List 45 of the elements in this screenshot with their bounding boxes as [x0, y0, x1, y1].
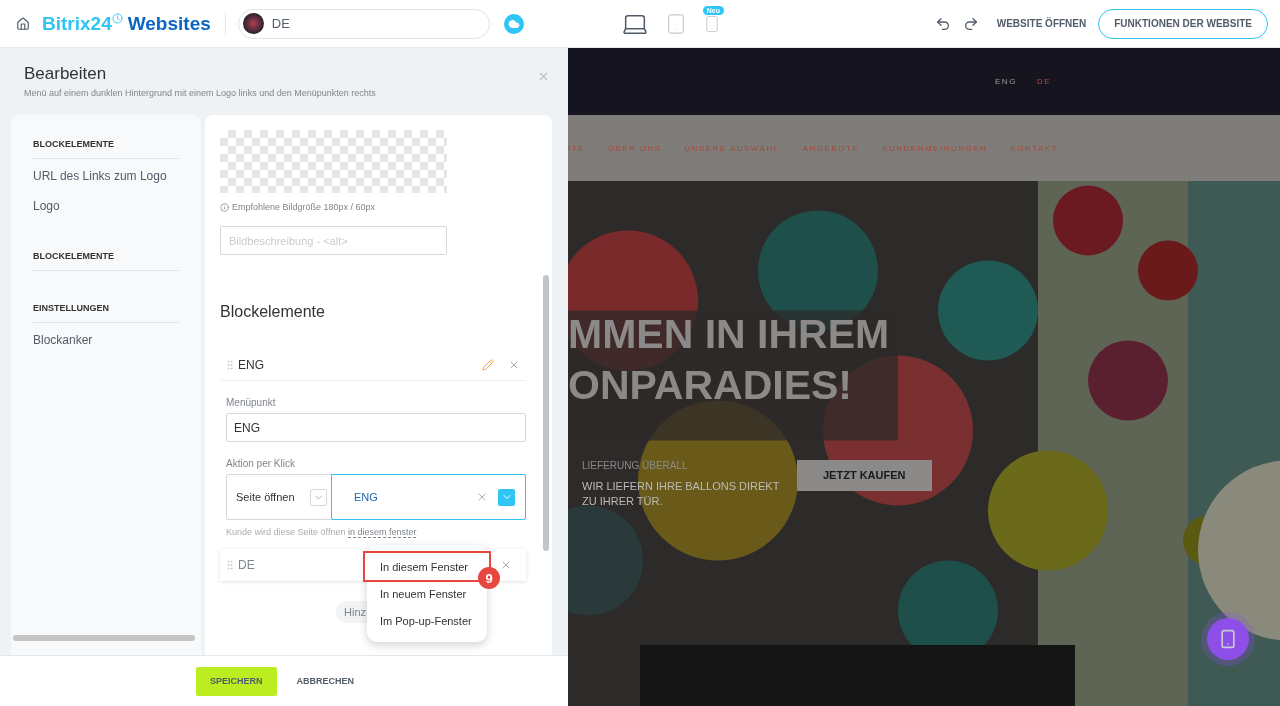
avatar	[242, 13, 264, 34]
home-icon[interactable]	[16, 16, 30, 31]
hero-headline: MMEN IN IHREM	[568, 310, 891, 359]
field-label: Menüpunkt	[226, 397, 277, 408]
panel-subtitle: Menü auf einem dunklen Hintergrund mit einem Logo links und den Menüpunkten rechts	[24, 88, 377, 98]
save-button[interactable]: SPEICHERN	[196, 666, 277, 696]
undo-icon[interactable]	[934, 15, 951, 32]
window-mode-link[interactable]: in diesem fenster	[347, 527, 417, 538]
cancel-button[interactable]: ABBRECHEN	[290, 675, 361, 687]
language-link[interactable]: DE	[1036, 77, 1051, 86]
section-title: Blockelemente	[220, 303, 326, 321]
dropdown-option[interactable]: Im Pop-up-Fenster	[367, 607, 487, 634]
panel-title: Bearbeiten	[24, 64, 107, 84]
hero-tagline: LIEFERUNG ÜBERALL	[582, 459, 689, 471]
site-name: DE	[271, 16, 290, 31]
cloud-icon[interactable]	[503, 13, 524, 34]
info-icon	[220, 202, 229, 212]
menu-item-title: ENG	[238, 357, 264, 372]
sidebar-item[interactable]: Logo	[33, 189, 179, 219]
field-label: Aktion per Klick	[226, 458, 296, 469]
pencil-icon[interactable]	[482, 358, 494, 371]
sidebar-item[interactable]: Blockanker	[33, 323, 179, 353]
scrollbar[interactable]	[13, 635, 195, 641]
hero-text: WIR LIEFERN IHRE BALLONS DIREKT ZU IHRER TÜR.	[582, 478, 781, 509]
hero-headline: ONPARADIES!	[568, 361, 853, 411]
dropdown-option[interactable]: In neuem Fenster	[367, 580, 487, 607]
drag-handle-icon[interactable]	[224, 358, 236, 371]
buy-now-button[interactable]: JETZT KAUFEN	[797, 459, 932, 491]
sidebar-item[interactable]: URL des Links zum Logo	[33, 159, 179, 189]
site-functions-button[interactable]: FUNKTIONEN DER WEBSITE	[1098, 8, 1268, 39]
remove-icon[interactable]	[500, 559, 512, 571]
sidebar-heading: BLOCKELEMENTE	[33, 125, 179, 159]
redo-icon[interactable]	[962, 15, 979, 32]
scrollbar[interactable]	[543, 275, 549, 551]
menu-item-title: DE	[238, 558, 255, 572]
sidebar-heading: BLOCKELEMENTE	[33, 237, 179, 271]
image-size-hint: Empfohlene Bildgröße 180px / 60px	[232, 202, 376, 212]
language-link[interactable]: ENG	[995, 77, 1017, 86]
close-icon[interactable]	[537, 70, 550, 83]
menu-item-field[interactable]: ENG	[226, 413, 526, 442]
open-website-link[interactable]: WEBSITE ÖFFNEN	[996, 18, 1087, 29]
drag-handle-icon[interactable]	[224, 559, 236, 571]
logo: Bitrix24 Websites	[42, 12, 226, 35]
sidebar-heading: EINSTELLUNGEN	[33, 289, 179, 323]
action-hint: Kunde wird diese Seite öffnen in diesem fenster	[226, 527, 418, 537]
